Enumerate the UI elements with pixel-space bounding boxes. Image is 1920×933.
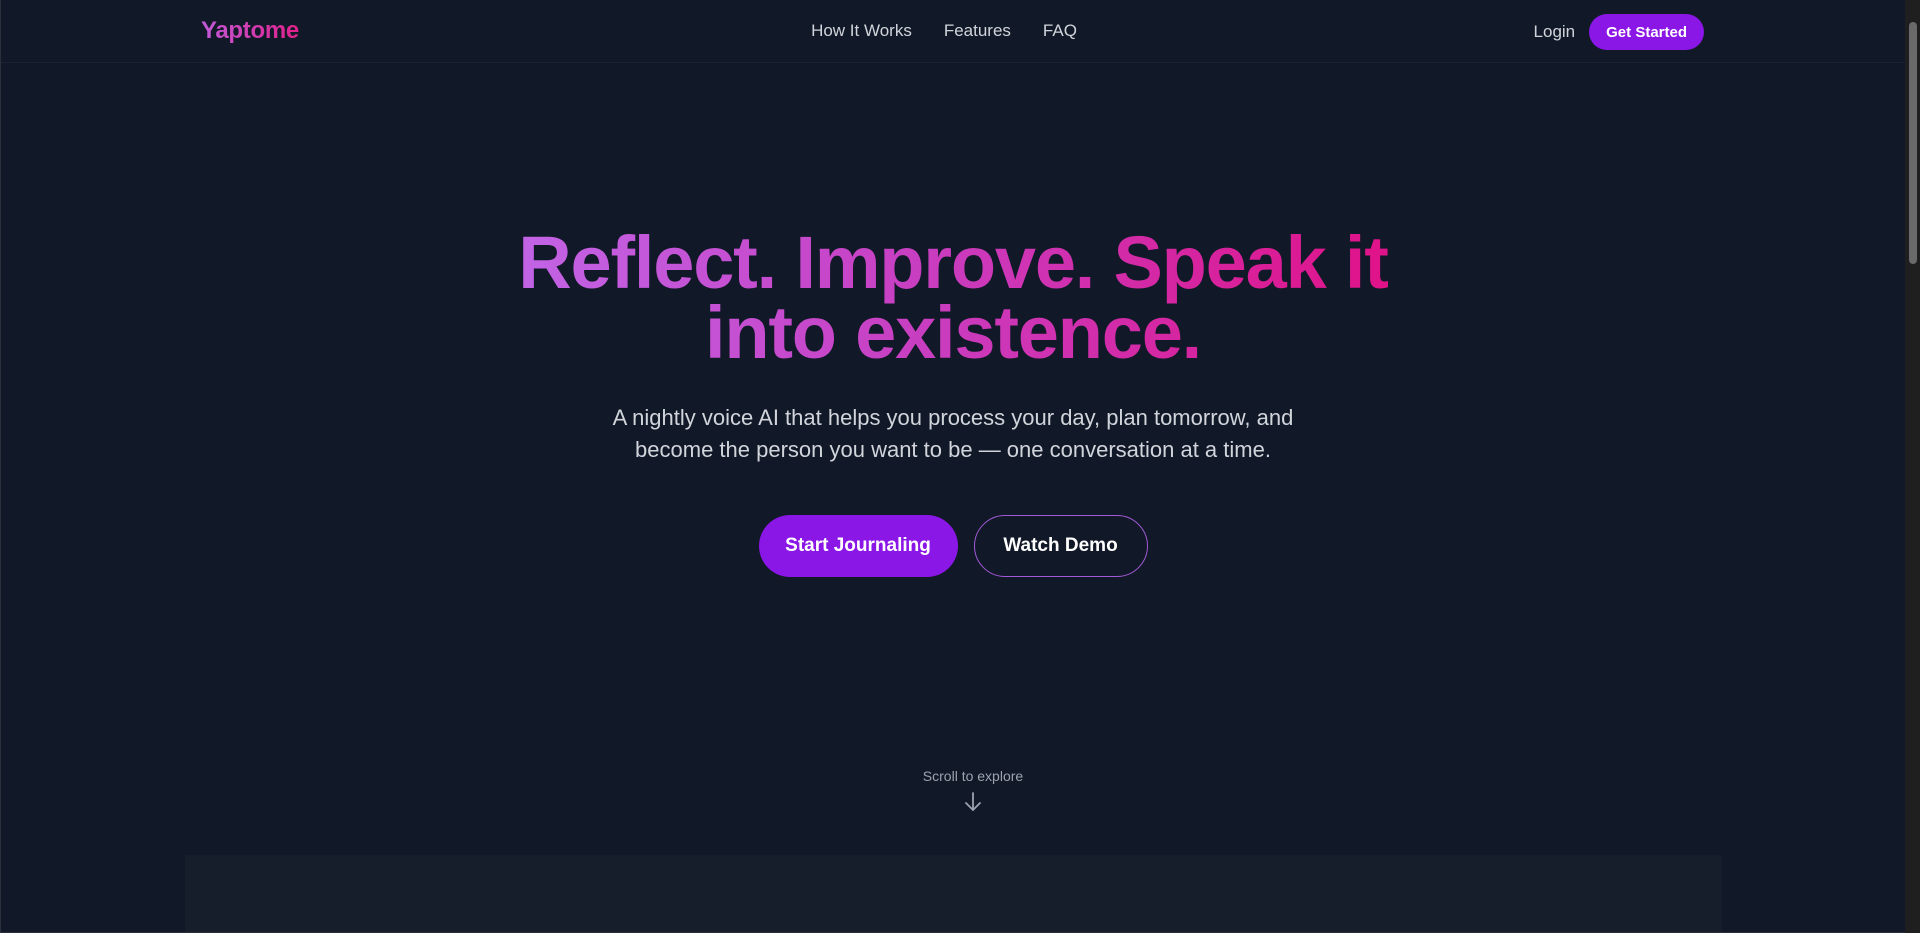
- page-scrollbar[interactable]: [1905, 0, 1920, 933]
- scroll-hint-label: Scroll to explore: [922, 768, 1024, 784]
- nav-link-faq[interactable]: FAQ: [1043, 21, 1077, 41]
- hero-subtitle: A nightly voice AI that helps you proces…: [612, 405, 1294, 462]
- login-link[interactable]: Login: [1534, 22, 1576, 42]
- watch-demo-button[interactable]: Watch Demo: [973, 515, 1148, 577]
- page-viewport: Yaptome How It Works Features FAQ Login …: [0, 0, 1905, 933]
- next-section-preview: [185, 855, 1722, 932]
- hero-title: Reflect. Improve. Speak it into existenc…: [513, 226, 1393, 370]
- nav-actions: Login Get Started: [1534, 14, 1704, 50]
- nav-link-features[interactable]: Features: [944, 21, 1011, 41]
- navbar: Yaptome How It Works Features FAQ Login …: [1, 0, 1905, 63]
- hero-section: Reflect. Improve. Speak it into existenc…: [1, 226, 1905, 577]
- get-started-button[interactable]: Get Started: [1589, 14, 1704, 50]
- scroll-hint[interactable]: Scroll to explore: [1, 768, 1905, 814]
- scrollbar-thumb[interactable]: [1909, 22, 1917, 264]
- nav-link-how-it-works[interactable]: How It Works: [811, 21, 912, 41]
- start-journaling-button[interactable]: Start Journaling: [758, 515, 958, 577]
- arrow-down-icon: [965, 792, 981, 811]
- cta-row: Start Journaling Watch Demo: [1, 515, 1905, 577]
